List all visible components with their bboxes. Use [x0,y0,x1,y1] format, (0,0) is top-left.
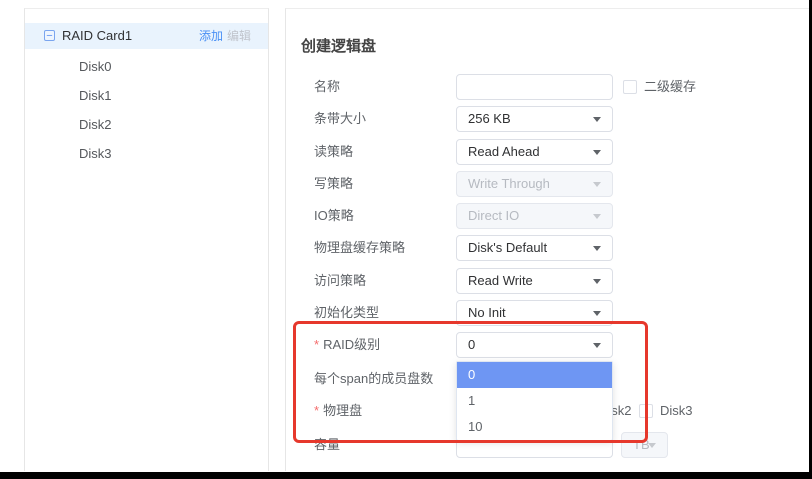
row-io-policy: IO策略 Direct IO [286,203,809,229]
raid-tree-panel: − RAID Card1 添加 编辑 Disk0 Disk1 Disk2 Dis… [24,8,269,471]
disk3-checkbox-label: Disk3 [660,398,693,424]
write-policy-label: 写策略 [314,171,353,197]
write-policy-value: Write Through [468,172,550,196]
chevron-down-icon [648,443,656,448]
capacity-unit-select: TB [621,432,668,458]
read-policy-label: 读策略 [314,139,353,165]
name-input[interactable] [456,74,613,100]
access-policy-label: 访问策略 [314,268,366,294]
screen: − RAID Card1 添加 编辑 Disk0 Disk1 Disk2 Dis… [0,0,812,479]
chevron-down-icon [593,150,601,155]
init-type-select[interactable]: No Init [456,300,613,326]
chevron-down-icon [593,182,601,187]
raid-level-option-10[interactable]: 10 [457,414,612,440]
write-policy-select: Write Through [456,171,613,197]
row-disk-cache-policy: 物理盘缓存策略 Disk's Default [286,235,809,261]
tree-item-raid-card1[interactable]: − RAID Card1 添加 编辑 [25,23,268,49]
row-name: 名称 二级缓存 [286,74,809,100]
physical-disks-label: 物理盘 [314,398,362,424]
stripe-size-label: 条带大小 [314,106,366,132]
span-members-label: 每个span的成员盘数 [314,366,433,392]
tree-item-disk3[interactable]: Disk3 [79,141,112,167]
chevron-down-icon [593,279,601,284]
disk3-checkbox[interactable] [639,404,653,418]
row-write-policy: 写策略 Write Through [286,171,809,197]
read-policy-value: Read Ahead [468,140,540,164]
io-policy-value: Direct IO [468,204,519,228]
secondary-cache-label: 二级缓存 [644,74,696,100]
tree-item-label: RAID Card1 [62,23,132,49]
access-policy-select[interactable]: Read Write [456,268,613,294]
disk-cache-policy-value: Disk's Default [468,236,547,260]
raid-level-select[interactable]: 0 [456,332,613,358]
raid-level-label: RAID级别 [314,332,380,358]
access-policy-value: Read Write [468,269,533,293]
disk-cache-policy-label: 物理盘缓存策略 [314,235,405,261]
add-link[interactable]: 添加 [199,23,223,49]
secondary-cache-checkbox[interactable] [623,80,637,94]
tree-item-disk0[interactable]: Disk0 [79,54,112,80]
raid-level-option-1[interactable]: 1 [457,388,612,414]
chevron-down-icon [593,117,601,122]
name-label: 名称 [314,74,340,100]
stripe-size-value: 256 KB [468,107,511,131]
row-read-policy: 读策略 Read Ahead [286,139,809,165]
collapse-minus-icon[interactable]: − [44,30,55,41]
raid-level-value: 0 [468,333,475,357]
row-raid-level: RAID级别 0 [286,332,809,358]
io-policy-label: IO策略 [314,203,354,229]
raid-level-option-0[interactable]: 0 [457,362,612,388]
row-init-type: 初始化类型 No Init [286,300,809,326]
screenshot-bottom-edge [0,472,812,479]
page-title: 创建逻辑盘 [301,35,376,56]
chevron-down-icon [593,246,601,251]
row-access-policy: 访问策略 Read Write [286,268,809,294]
read-policy-select[interactable]: Read Ahead [456,139,613,165]
capacity-label: 容量 [314,432,340,458]
chevron-down-icon [593,343,601,348]
chevron-down-icon [593,311,601,316]
tree-item-disk1[interactable]: Disk1 [79,83,112,109]
create-logical-disk-panel: 创建逻辑盘 名称 二级缓存 条带大小 256 KB 读策略 Read Ahead… [285,8,809,471]
io-policy-select: Direct IO [456,203,613,229]
tree-item-disk2[interactable]: Disk2 [79,112,112,138]
raid-level-dropdown-list: 0 1 10 [456,361,613,441]
chevron-down-icon [593,214,601,219]
disk-cache-policy-select[interactable]: Disk's Default [456,235,613,261]
row-stripe-size: 条带大小 256 KB [286,106,809,132]
init-type-value: No Init [468,301,506,325]
edit-link[interactable]: 编辑 [227,23,251,49]
init-type-label: 初始化类型 [314,300,379,326]
stripe-size-select[interactable]: 256 KB [456,106,613,132]
